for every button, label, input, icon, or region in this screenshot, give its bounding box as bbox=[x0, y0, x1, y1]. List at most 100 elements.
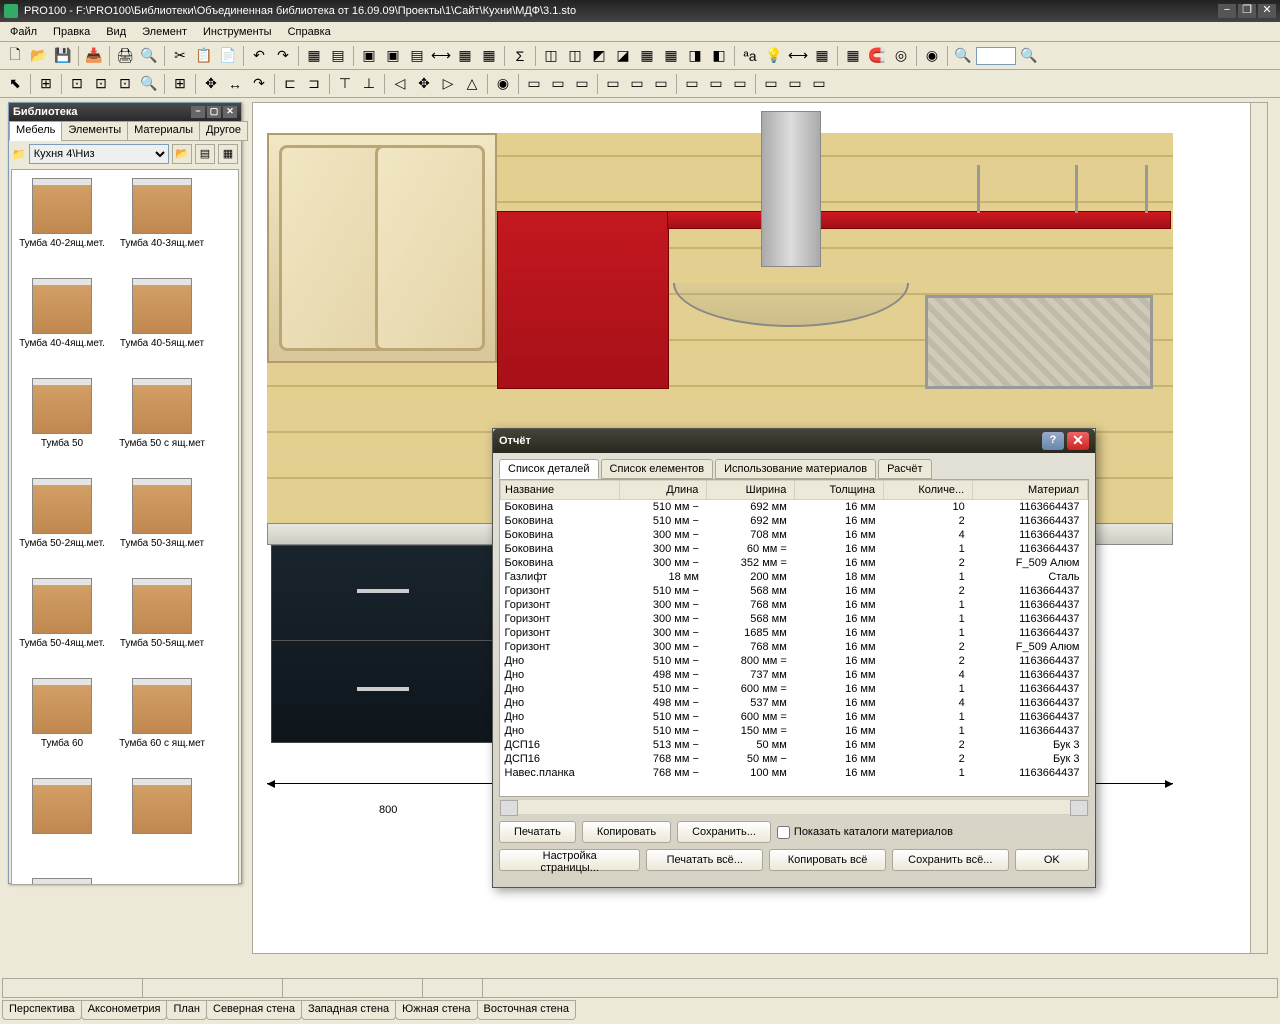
thumb-icon[interactable]: ▦ bbox=[218, 144, 238, 164]
ok-button[interactable]: OK bbox=[1015, 849, 1089, 871]
table-row[interactable]: Боковина510 мм −692 мм16 мм21163664437 bbox=[501, 514, 1088, 528]
zoom-in-icon[interactable]: 🔍 bbox=[952, 45, 974, 67]
table-row[interactable]: Горизонт510 мм −568 мм16 мм21163664437 bbox=[501, 584, 1088, 598]
dist-icon[interactable]: ▭ bbox=[681, 73, 703, 95]
show-catalogs-checkbox[interactable]: Показать каталоги материалов bbox=[777, 826, 953, 839]
undo-icon[interactable]: ↶ bbox=[248, 45, 270, 67]
column-header[interactable]: Количе... bbox=[884, 481, 973, 500]
horizontal-scrollbar[interactable] bbox=[499, 799, 1089, 815]
align-icon[interactable]: ⊥ bbox=[358, 73, 380, 95]
open-icon[interactable]: 📂 bbox=[28, 45, 50, 67]
target-icon[interactable]: ◉ bbox=[492, 73, 514, 95]
tool-icon[interactable]: ⊡ bbox=[66, 73, 88, 95]
report-tab[interactable]: Расчёт bbox=[878, 459, 931, 479]
column-header[interactable]: Ширина bbox=[707, 481, 795, 500]
table-row[interactable]: Горизонт300 мм −1685 мм16 мм11163664437 bbox=[501, 626, 1088, 640]
lib-tab[interactable]: Материалы bbox=[127, 121, 200, 141]
view-icon[interactable]: ◩ bbox=[588, 45, 610, 67]
view-tab[interactable]: Восточная стена bbox=[477, 1000, 576, 1020]
table-row[interactable]: Горизонт300 мм −768 мм16 мм11163664437 bbox=[501, 598, 1088, 612]
tool-icon[interactable]: ↷ bbox=[248, 73, 270, 95]
table-row[interactable]: Дно498 мм −737 мм16 мм41163664437 bbox=[501, 668, 1088, 682]
redo-icon[interactable]: ↷ bbox=[272, 45, 294, 67]
range-hood[interactable] bbox=[761, 111, 821, 267]
tool-icon[interactable]: ⟷ bbox=[430, 45, 452, 67]
tool-icon[interactable]: ▦ bbox=[303, 45, 325, 67]
column-header[interactable]: Название bbox=[501, 481, 620, 500]
view-tab[interactable]: Аксонометрия bbox=[81, 1000, 168, 1020]
tool-icon[interactable]: ⊞ bbox=[35, 73, 57, 95]
view-tab[interactable]: Западная стена bbox=[301, 1000, 396, 1020]
library-item[interactable]: Тумба 50-4ящ.мет. bbox=[12, 570, 112, 670]
library-item[interactable]: Тумба 60 bbox=[12, 670, 112, 770]
align-icon[interactable]: ▷ bbox=[437, 73, 459, 95]
column-header[interactable]: Материал bbox=[973, 481, 1088, 500]
menu-Файл[interactable]: Файл bbox=[2, 24, 45, 40]
zoom-input[interactable] bbox=[976, 47, 1016, 65]
red-shelf[interactable] bbox=[667, 211, 1171, 229]
dock-icon[interactable]: ▢ bbox=[207, 106, 221, 118]
tool-icon[interactable]: ▤ bbox=[406, 45, 428, 67]
table-row[interactable]: ДСП16513 мм −50 мм16 мм2Бук 3 bbox=[501, 738, 1088, 752]
dist-icon[interactable]: ▭ bbox=[784, 73, 806, 95]
library-item[interactable]: Тумба 50 bbox=[12, 370, 112, 470]
dist-icon[interactable]: ▭ bbox=[705, 73, 727, 95]
column-header[interactable]: Длина bbox=[619, 481, 707, 500]
align-icon[interactable]: ✥ bbox=[413, 73, 435, 95]
dist-icon[interactable]: ▭ bbox=[523, 73, 545, 95]
table-row[interactable]: ДСП16768 мм −50 мм −16 мм2Бук 3 bbox=[501, 752, 1088, 766]
tool-icon[interactable]: ▦ bbox=[454, 45, 476, 67]
paste-icon[interactable]: 📄 bbox=[217, 45, 239, 67]
view-icon[interactable]: ▦ bbox=[636, 45, 658, 67]
dim-icon[interactable]: ⟷ bbox=[787, 45, 809, 67]
report-table-wrap[interactable]: НазваниеДлинаШиринаТолщинаКоличе...Матер… bbox=[499, 479, 1089, 797]
tool-icon[interactable]: ↔ bbox=[224, 73, 246, 95]
close-icon[interactable]: ✕ bbox=[223, 106, 237, 118]
menu-Правка[interactable]: Правка bbox=[45, 24, 98, 40]
list-icon[interactable]: ▤ bbox=[195, 144, 215, 164]
close-button[interactable]: ✕ bbox=[1258, 4, 1276, 18]
table-row[interactable]: Горизонт300 мм −568 мм16 мм11163664437 bbox=[501, 612, 1088, 626]
maximize-button[interactable]: ❐ bbox=[1238, 4, 1256, 18]
select-icon[interactable]: ⬉ bbox=[4, 73, 26, 95]
view-tab[interactable]: План bbox=[166, 1000, 207, 1020]
close-icon[interactable]: ✕ bbox=[1067, 432, 1089, 450]
table-row[interactable]: Дно510 мм −600 мм =16 мм11163664437 bbox=[501, 710, 1088, 724]
library-item[interactable]: Тумба 50-5ящ.мет bbox=[112, 570, 212, 670]
grid-icon[interactable]: ▦ bbox=[842, 45, 864, 67]
text-icon[interactable]: ªa bbox=[739, 45, 761, 67]
print-all-button[interactable]: Печатать всё... bbox=[646, 849, 763, 871]
red-cabinet[interactable] bbox=[497, 211, 669, 389]
tool-icon[interactable]: 🔍 bbox=[138, 73, 160, 95]
library-item[interactable]: Тумба 50-3ящ.мет bbox=[112, 470, 212, 570]
view-tab[interactable]: Южная стена bbox=[395, 1000, 477, 1020]
new-icon[interactable]: 🗋 bbox=[4, 45, 26, 67]
table-row[interactable]: Дно510 мм −150 мм =16 мм11163664437 bbox=[501, 724, 1088, 738]
glass-panel[interactable] bbox=[925, 295, 1153, 389]
tool-icon[interactable]: ▤ bbox=[327, 45, 349, 67]
report-header[interactable]: Отчёт ? ✕ bbox=[493, 429, 1095, 453]
dist-icon[interactable]: ▭ bbox=[571, 73, 593, 95]
minimize-icon[interactable]: − bbox=[191, 106, 205, 118]
copy-icon[interactable]: 📋 bbox=[193, 45, 215, 67]
table-row[interactable]: Дно498 мм −537 мм16 мм41163664437 bbox=[501, 696, 1088, 710]
menu-Справка[interactable]: Справка bbox=[280, 24, 339, 40]
minimize-button[interactable]: − bbox=[1218, 4, 1236, 18]
tool-icon[interactable]: ⊡ bbox=[90, 73, 112, 95]
library-item[interactable]: Тумба 40-2ящ.мет. bbox=[12, 170, 112, 270]
view-icon[interactable]: ◫ bbox=[540, 45, 562, 67]
menu-Инструменты[interactable]: Инструменты bbox=[195, 24, 280, 40]
library-item[interactable]: Тумба 40-5ящ.мет bbox=[112, 270, 212, 370]
tool-icon[interactable]: ◎ bbox=[890, 45, 912, 67]
library-item[interactable]: Тумба 40-4ящ.мет. bbox=[12, 270, 112, 370]
upper-cabinet[interactable] bbox=[267, 133, 497, 363]
print-icon[interactable]: 🖨 bbox=[114, 45, 136, 67]
library-item[interactable] bbox=[112, 770, 212, 870]
zoom-out-icon[interactable]: 🔍 bbox=[1018, 45, 1040, 67]
library-item[interactable] bbox=[12, 870, 112, 885]
library-item[interactable] bbox=[12, 770, 112, 870]
tool-icon[interactable]: ▣ bbox=[358, 45, 380, 67]
view-icon[interactable]: ◧ bbox=[708, 45, 730, 67]
print-button[interactable]: Печатать bbox=[499, 821, 576, 843]
lib-tab[interactable]: Мебель bbox=[9, 121, 62, 141]
